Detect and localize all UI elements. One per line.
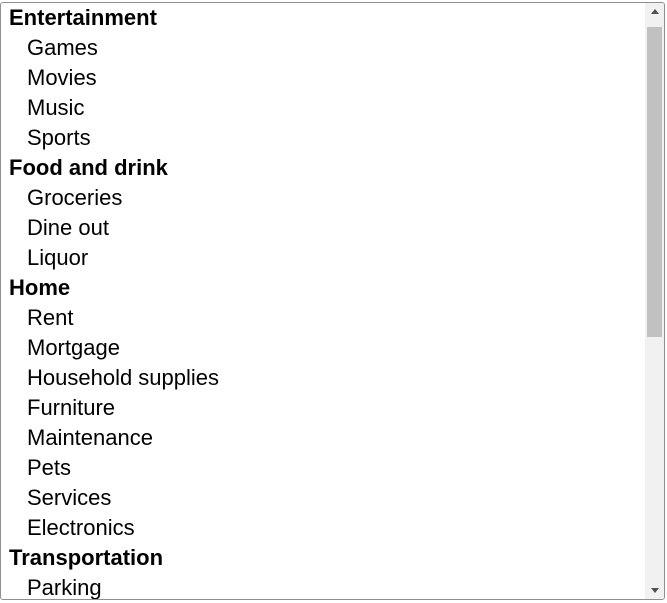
category-list: Entertainment Games Movies Music Sports … <box>1 3 645 599</box>
scroll-down-button[interactable] <box>645 582 664 599</box>
option-movies[interactable]: Movies <box>1 63 645 93</box>
group-label: Home <box>9 275 71 300</box>
option-rent[interactable]: Rent <box>1 303 645 333</box>
option-maintenance[interactable]: Maintenance <box>1 423 645 453</box>
scroll-up-button[interactable] <box>645 3 664 20</box>
group-label: Food and drink <box>9 155 168 180</box>
option-furniture[interactable]: Furniture <box>1 393 645 423</box>
option-household-supplies[interactable]: Household supplies <box>1 363 645 393</box>
option-electronics[interactable]: Electronics <box>1 513 645 543</box>
option-liquor[interactable]: Liquor <box>1 243 645 273</box>
triangle-up-icon <box>650 9 659 14</box>
group-food-and-drink: Food and drink Groceries Dine out Liquor <box>1 153 645 273</box>
option-music[interactable]: Music <box>1 93 645 123</box>
option-pets[interactable]: Pets <box>1 453 645 483</box>
triangle-down-icon <box>650 588 659 593</box>
option-services[interactable]: Services <box>1 483 645 513</box>
option-sports[interactable]: Sports <box>1 123 645 153</box>
vertical-scrollbar[interactable] <box>645 3 664 599</box>
group-label: Entertainment <box>9 5 157 30</box>
option-groceries[interactable]: Groceries <box>1 183 645 213</box>
option-parking[interactable]: Parking <box>1 573 645 599</box>
group-label: Transportation <box>9 545 164 570</box>
option-dine-out[interactable]: Dine out <box>1 213 645 243</box>
option-games[interactable]: Games <box>1 33 645 63</box>
category-listbox[interactable]: Entertainment Games Movies Music Sports … <box>0 2 665 600</box>
option-mortgage[interactable]: Mortgage <box>1 333 645 363</box>
scrollbar-thumb[interactable] <box>647 27 662 337</box>
group-entertainment: Entertainment Games Movies Music Sports <box>1 3 645 153</box>
group-home: Home Rent Mortgage Household supplies Fu… <box>1 273 645 543</box>
group-transportation: Transportation Parking <box>1 543 645 599</box>
